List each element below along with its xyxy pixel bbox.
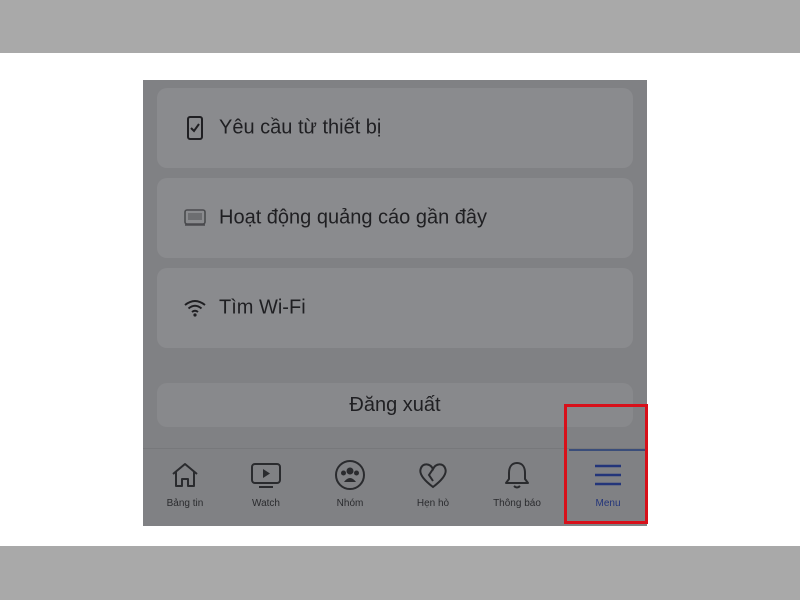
bottom-letterbox (0, 546, 800, 600)
tab-watch[interactable]: Watch (224, 459, 308, 519)
tab-groups[interactable]: Nhóm (308, 459, 392, 519)
menu-item-recent-ad-activity[interactable]: Hoạt động quảng cáo gần đây (157, 178, 633, 258)
tab-label: Hẹn hò (416, 498, 450, 509)
groups-icon (332, 459, 368, 491)
tab-label: Nhóm (336, 498, 364, 509)
heart-icon (415, 459, 451, 491)
menu-item-find-wifi[interactable]: Tìm Wi-Fi (157, 268, 633, 348)
menu-item-label: Tìm Wi-Fi (219, 296, 306, 319)
top-letterbox (0, 0, 800, 53)
phone-check-icon (183, 116, 207, 140)
tab-news-feed[interactable]: Bảng tin (143, 459, 227, 519)
menu-item-device-requests[interactable]: Yêu cầu từ thiết bị (157, 88, 633, 168)
tab-label: Watch (252, 498, 280, 509)
menu-item-label: Hoạt động quảng cáo gần đây (219, 206, 487, 229)
menu-highlight-box (564, 404, 648, 524)
home-icon (167, 459, 203, 491)
logout-button[interactable]: Đăng xuất (157, 383, 633, 427)
tab-label: Thông báo (493, 498, 541, 509)
tab-label: Bảng tin (166, 498, 204, 509)
video-icon (248, 459, 284, 491)
wifi-icon (183, 296, 207, 320)
tab-notifications[interactable]: Thông báo (475, 459, 559, 519)
bell-icon (499, 459, 535, 491)
menu-item-label: Yêu cầu từ thiết bị (219, 116, 382, 139)
tab-dating[interactable]: Hẹn hò (391, 459, 475, 519)
ad-activity-icon (183, 206, 207, 230)
